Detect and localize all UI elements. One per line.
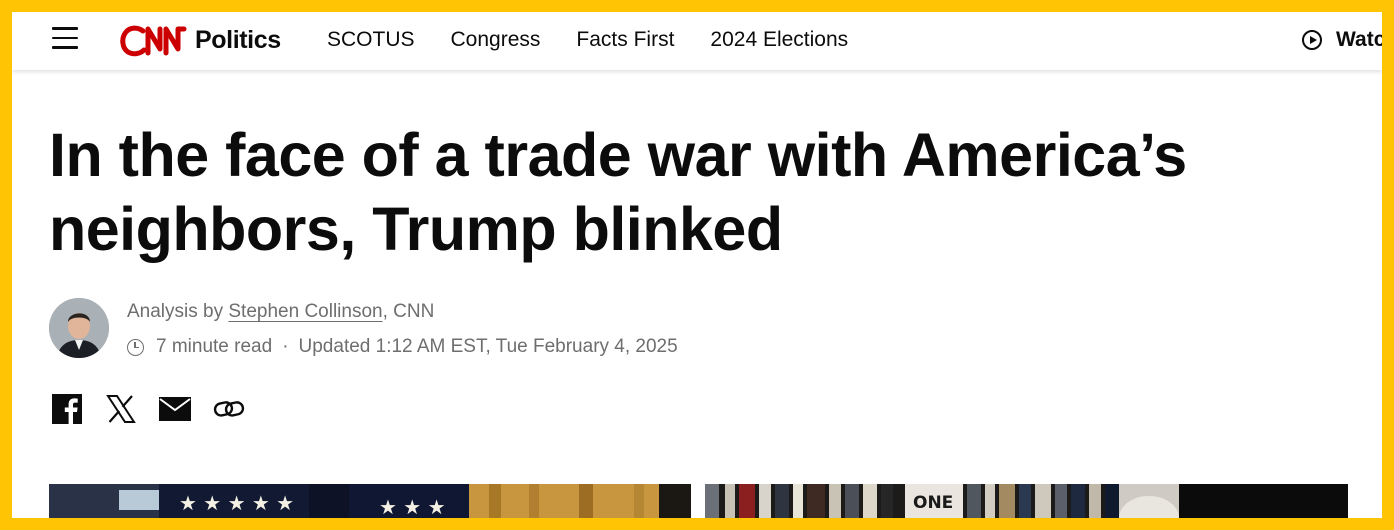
svg-text:★ ★ ★: ★ ★ ★	[379, 495, 446, 518]
byline-prefix: Analysis by	[127, 301, 229, 322]
nav-item-congress[interactable]: Congress	[451, 28, 541, 52]
share-bar	[51, 393, 245, 425]
read-time: 7 minute read	[156, 336, 273, 357]
flags-photo: ★ ★ ★ ★ ★ ★ ★ ★	[49, 484, 691, 518]
email-icon[interactable]	[159, 393, 191, 425]
article-image-left[interactable]: ★ ★ ★ ★ ★ ★ ★ ★	[49, 484, 691, 518]
nav-item-2024-elections[interactable]: 2024 Elections	[710, 28, 848, 52]
cnn-logo-mark	[120, 25, 187, 57]
nav-item-facts-first[interactable]: Facts First	[576, 28, 674, 52]
watch-button[interactable]: Watch	[1302, 28, 1382, 52]
author-avatar[interactable]	[49, 298, 109, 358]
facebook-icon[interactable]	[51, 393, 83, 425]
clock-icon	[127, 338, 144, 356]
updated-timestamp: Updated 1:12 AM EST, Tue February 4, 202…	[298, 336, 678, 357]
bookshelf-photo: ONE	[705, 484, 1348, 518]
svg-text:★ ★ ★ ★ ★: ★ ★ ★ ★ ★	[179, 491, 294, 515]
site-header: Politics SCOTUS Congress Facts First 202…	[12, 12, 1382, 70]
byline-text: Analysis by Stephen Collinson, CNN	[127, 301, 434, 323]
page: Politics SCOTUS Congress Facts First 202…	[12, 12, 1382, 518]
watch-label: Watch	[1336, 28, 1382, 51]
byline-outlet: , CNN	[382, 301, 435, 322]
nav-item-scotus[interactable]: SCOTUS	[327, 28, 415, 52]
article-image-right[interactable]: ONE	[705, 484, 1348, 518]
article-headline: In the face of a trade war with America’…	[49, 121, 1187, 263]
author-link[interactable]: Stephen Collinson	[228, 301, 382, 322]
article-meta: 7 minute read · Updated 1:12 AM EST, Tue…	[127, 336, 678, 358]
top-nav: SCOTUS Congress Facts First 2024 Electio…	[327, 28, 848, 52]
meta-separator: ·	[282, 336, 289, 357]
play-icon	[1302, 30, 1322, 50]
book-spine-text: ONE	[913, 493, 953, 513]
link-icon[interactable]	[213, 393, 245, 425]
x-icon[interactable]	[105, 393, 137, 425]
cnn-logo[interactable]: Politics	[120, 23, 281, 57]
section-name[interactable]: Politics	[195, 26, 281, 55]
author-photo	[49, 298, 109, 358]
hamburger-menu-icon[interactable]	[52, 27, 80, 51]
